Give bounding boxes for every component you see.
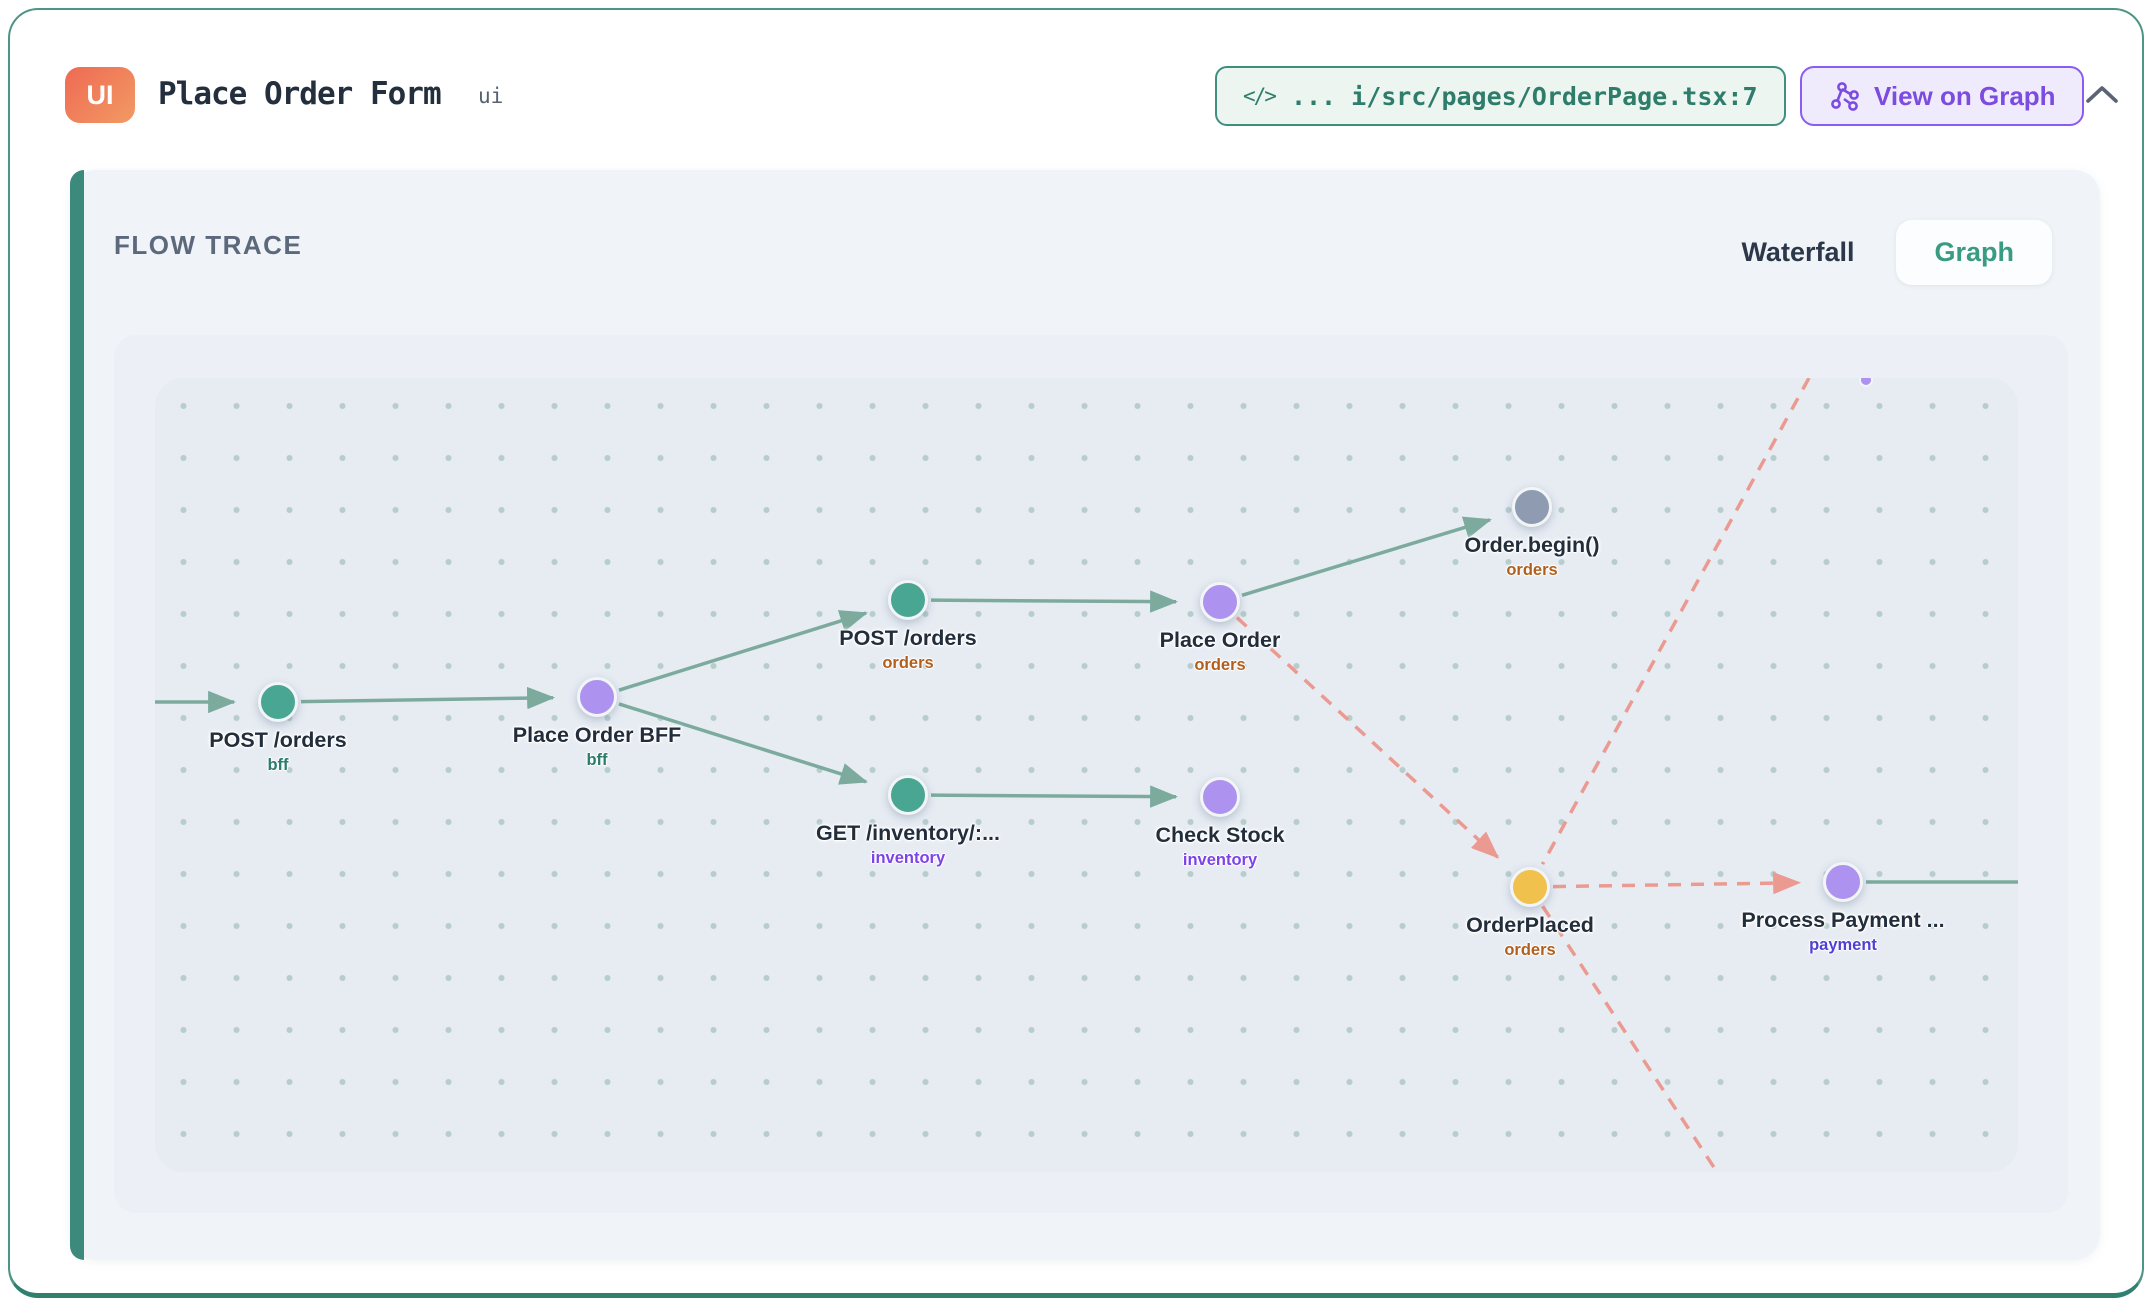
graph-edge — [1543, 906, 1717, 1172]
code-icon: </> — [1243, 84, 1275, 108]
view-toggle: Waterfall Graph — [1741, 220, 2052, 285]
graph-node-process-payment[interactable] — [1823, 862, 1863, 902]
graph-edge — [1242, 520, 1490, 595]
graph-edge — [1237, 618, 1498, 858]
flow-trace-title: FLOW TRACE — [114, 230, 302, 261]
card-accent-bar — [70, 170, 84, 1260]
graph-edge — [1542, 378, 1809, 864]
graph-node-order-placed[interactable] — [1510, 867, 1550, 907]
app-window: UI Place Order Form ui </> ... i/src/pag… — [8, 8, 2144, 1298]
graph-node-place-order[interactable] — [1200, 582, 1240, 622]
graph-edge — [931, 600, 1176, 602]
ui-type-badge: UI — [65, 67, 135, 123]
graph-node-order-begin[interactable] — [1512, 487, 1552, 527]
graph-node-check-stock[interactable] — [1200, 777, 1240, 817]
collapse-chevron-icon[interactable] — [2082, 80, 2122, 115]
graph-node-place-order-bff[interactable] — [577, 677, 617, 717]
tab-waterfall[interactable]: Waterfall — [1741, 237, 1854, 268]
graph-edge — [1553, 883, 1799, 887]
graph-network-icon — [1828, 80, 1860, 112]
graph-node-post-orders-orders[interactable] — [888, 580, 928, 620]
app-page: UI Place Order Form ui </> ... i/src/pag… — [0, 0, 2152, 1304]
page-title: Place Order Form — [158, 76, 441, 112]
graph-edge — [619, 704, 866, 782]
graph-canvas[interactable]: POST /ordersbffPlace Order BFFbffPOST /o… — [155, 378, 2018, 1172]
page-subtitle: ui — [478, 84, 503, 108]
flow-trace-card: FLOW TRACE Waterfall Graph — [70, 170, 2100, 1260]
graph-node-get-inventory[interactable] — [888, 775, 928, 815]
source-path-label: ... i/src/pages/OrderPage.tsx:7 — [1291, 82, 1758, 111]
graph-edge — [931, 795, 1176, 797]
graph-edge — [301, 698, 553, 702]
graph-node-post-orders-bff[interactable] — [258, 682, 298, 722]
graph-edges — [155, 378, 2018, 1172]
graph-edge — [619, 613, 866, 690]
source-path-button[interactable]: </> ... i/src/pages/OrderPage.tsx:7 — [1215, 66, 1786, 126]
tab-graph[interactable]: Graph — [1896, 220, 2052, 285]
view-on-graph-button[interactable]: View on Graph — [1800, 66, 2084, 126]
view-on-graph-label: View on Graph — [1874, 81, 2056, 112]
